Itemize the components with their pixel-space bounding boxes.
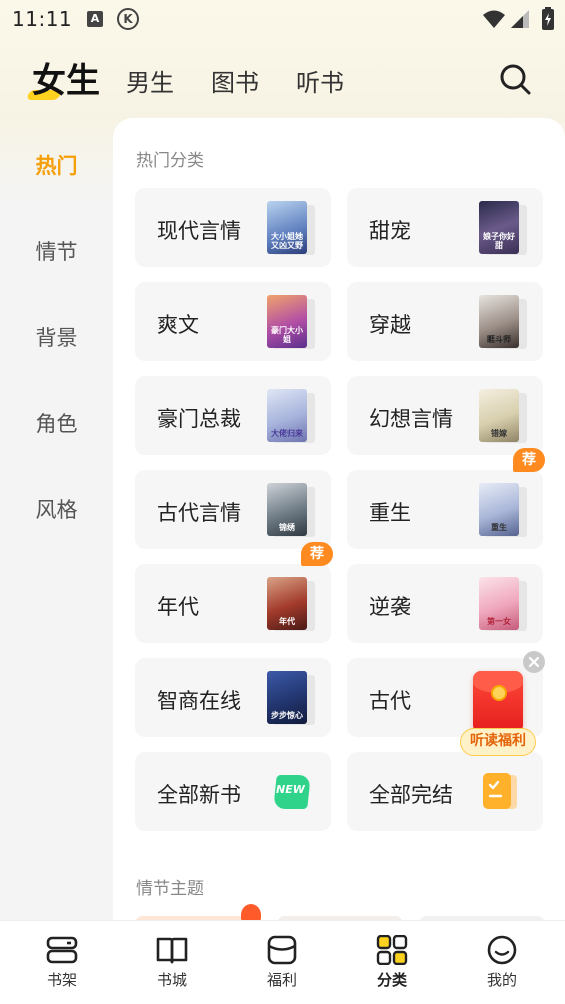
category-label: 幻想言情: [369, 407, 453, 431]
k-icon: K: [117, 8, 139, 30]
book-cover: 大佬归来: [267, 389, 315, 443]
sidebar-item-hot[interactable]: 热门: [0, 150, 113, 180]
signal-icon: [511, 10, 529, 28]
category-card-cool-story[interactable]: 爽文 豪门大小姐: [135, 282, 331, 361]
search-icon[interactable]: [498, 62, 532, 96]
category-label: 智商在线: [157, 689, 241, 713]
nav-bookshelf[interactable]: 书架: [22, 935, 102, 990]
nav-category[interactable]: 分类: [352, 935, 432, 990]
category-card-ceo[interactable]: 豪门总裁 大佬归来: [135, 376, 331, 455]
sidebar-item-style[interactable]: 风格: [0, 494, 113, 524]
top-nav: 女生 男生 图书 听书: [0, 52, 565, 112]
category-label: 古代言情: [157, 501, 241, 525]
category-card-time-travel[interactable]: 穿越 睚斗师: [347, 282, 543, 361]
nav-profile[interactable]: 我的: [462, 935, 542, 990]
category-label: 爽文: [157, 313, 199, 337]
tab-male[interactable]: 男生: [126, 63, 174, 98]
tab-audiobooks[interactable]: 听书: [296, 63, 344, 98]
category-label: 现代言情: [157, 219, 241, 243]
category-label: 全部完结: [369, 783, 453, 807]
recommend-badge: 荐: [301, 542, 333, 566]
category-card-comeback[interactable]: 逆袭 第一女: [347, 564, 543, 643]
book-store-icon: [156, 937, 188, 964]
plot-section-title: 情节主题: [136, 879, 204, 899]
category-card-fantasy-romance[interactable]: 幻想言情 错嫁: [347, 376, 543, 455]
book-cover: 错嫁: [479, 389, 527, 443]
book-cover: 年代: [267, 577, 315, 631]
red-envelope-icon[interactable]: [473, 671, 523, 733]
status-time: 11:11: [12, 7, 73, 31]
book-cover: 锦绣: [267, 483, 315, 537]
category-card-all-complete[interactable]: 全部完结: [347, 752, 543, 831]
book-cover: 第一女: [479, 577, 527, 631]
hot-section-title: 热门分类: [136, 151, 204, 171]
book-cover: 大小姐她又凶又野: [267, 201, 315, 255]
tab-female[interactable]: 女生: [32, 53, 100, 102]
category-label: 豪门总裁: [157, 407, 241, 431]
bookshelf-icon: [46, 936, 78, 964]
sidebar-item-plot[interactable]: 情节: [0, 236, 113, 266]
sidebar-item-background[interactable]: 背景: [0, 322, 113, 352]
new-icon: NEW: [267, 765, 313, 819]
category-label: 全部新书: [157, 783, 241, 807]
reward-label[interactable]: 听读福利: [460, 728, 536, 756]
category-label: 古代: [369, 689, 411, 713]
bottom-nav: 书架 书城 福利 分类 我的: [0, 920, 565, 1004]
book-cover: 重生: [479, 483, 527, 537]
nav-bookstore[interactable]: 书城: [132, 935, 212, 990]
category-card-rebirth[interactable]: 荐 重生 重生: [347, 448, 545, 549]
category-sidebar: 热门 情节 背景 角色 风格: [0, 118, 113, 920]
category-label: 甜宠: [369, 219, 411, 243]
status-bar: 11:11 A K: [0, 0, 565, 38]
nav-welfare[interactable]: 福利: [242, 935, 322, 990]
fire-icon: [241, 904, 261, 920]
category-label: 穿越: [369, 313, 411, 337]
battery-icon: [542, 7, 554, 30]
category-label: 重生: [369, 501, 411, 525]
a-icon: A: [87, 11, 103, 27]
category-card-sweet[interactable]: 甜宠 娘子你好甜: [347, 188, 543, 267]
profile-icon: [487, 935, 517, 965]
tab-books[interactable]: 图书: [211, 63, 259, 98]
book-cover: 睚斗师: [479, 295, 527, 349]
book-cover: 豪门大小姐: [267, 295, 315, 349]
wifi-icon: [483, 10, 505, 28]
category-label: 年代: [157, 595, 199, 619]
close-icon[interactable]: [523, 651, 545, 673]
category-card-all-new[interactable]: 全部新书 NEW: [135, 752, 331, 831]
checklist-icon: [479, 765, 525, 819]
book-cover: 娘子你好甜: [479, 201, 527, 255]
recommend-badge: 荐: [513, 448, 545, 472]
category-icon: [376, 935, 408, 965]
category-card-modern-romance[interactable]: 现代言情 大小姐她又凶又野: [135, 188, 331, 267]
book-cover: 步步惊心: [267, 671, 315, 725]
category-label: 逆袭: [369, 595, 411, 619]
sidebar-item-role[interactable]: 角色: [0, 408, 113, 438]
category-card-era[interactable]: 荐 年代 年代: [135, 542, 333, 643]
category-panel: 热门分类 现代言情 大小姐她又凶又野 甜宠 娘子你好甜 爽文 豪门大小姐 穿越 …: [113, 118, 565, 920]
welfare-icon: [267, 935, 297, 965]
category-card-ancient-romance[interactable]: 古代言情 锦绣: [135, 470, 331, 549]
category-card-smart[interactable]: 智商在线 步步惊心: [135, 658, 331, 737]
